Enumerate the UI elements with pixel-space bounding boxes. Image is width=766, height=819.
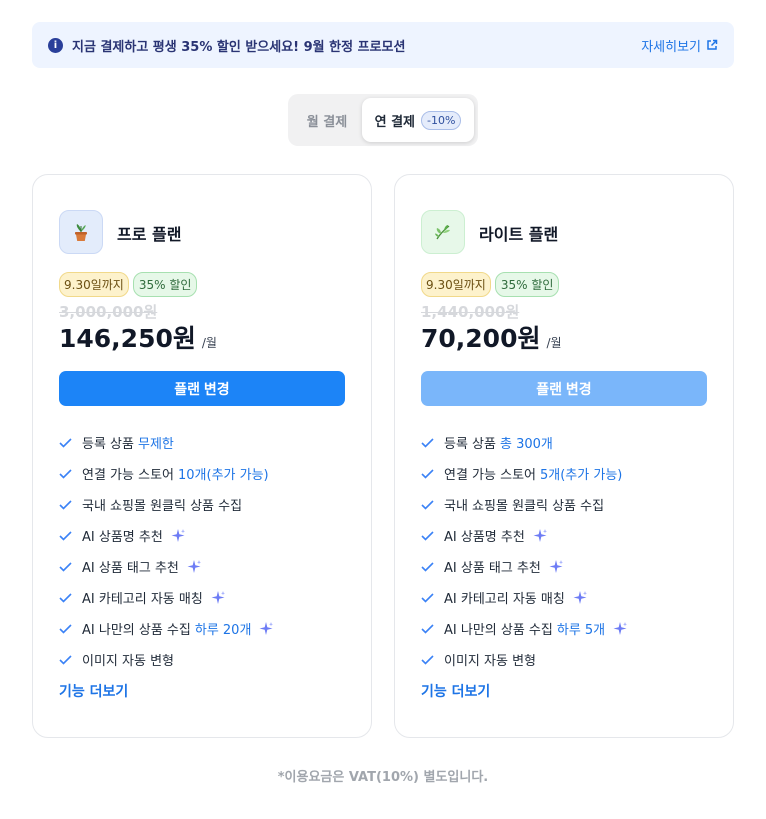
discount-badge: 35% 할인 (132, 272, 198, 297)
feature-item: 등록 상품 무제한 (59, 427, 274, 458)
sparkle-icon (258, 621, 274, 637)
price-amount: 70,200원 (421, 324, 541, 353)
plan-badges: 9.30일까지 35% 할인 (421, 272, 560, 297)
feature-list: 등록 상품 총 300개연결 가능 스토어 5개(추가 가능) 국내 쇼핑몰 원클릭 … (421, 427, 628, 675)
discount-badge: 35% 할인 (494, 272, 560, 297)
sparkle-icon (170, 528, 186, 544)
check-icon (421, 623, 436, 634)
feature-item: 등록 상품 총 300개 (421, 427, 628, 458)
check-icon (59, 530, 74, 541)
feature-text: 등록 상품 (444, 437, 496, 452)
plan-title: 프로 플랜 (117, 225, 182, 244)
feature-text: 국내 쇼핑몰 원클릭 상품 수집 (444, 499, 605, 514)
check-icon (421, 561, 436, 572)
change-plan-button[interactable]: 플랜 변경 (59, 371, 345, 406)
learn-more-label: 자세히보기 (641, 39, 701, 55)
feature-highlight: 10개(추가 가능) (178, 468, 269, 483)
feature-item: 국내 쇼핑몰 원클릭 상품 수집 (421, 489, 628, 520)
plan-card-pro: 프로 플랜 9.30일까지 35% 할인 3,000,000원 146,250원… (32, 174, 372, 738)
feature-text: 국내 쇼핑몰 원클릭 상품 수집 (82, 499, 243, 514)
promo-text: 지금 결제하고 평생 35% 할인 받으세요! 9월 한정 프로모션 (72, 39, 406, 55)
billing-toggle: 월 결제 연 결제 -10% (288, 94, 478, 146)
feature-item: AI 상품명 추천 (421, 520, 628, 551)
feature-text: AI 상품명 추천 (444, 530, 525, 545)
check-icon (421, 530, 436, 541)
feature-item: 국내 쇼핑몰 원클릭 상품 수집 (59, 489, 274, 520)
promo-banner: i 지금 결제하고 평생 35% 할인 받으세요! 9월 한정 프로모션 자세히… (32, 22, 734, 68)
check-icon (59, 437, 74, 448)
toggle-monthly[interactable]: 월 결제 (292, 111, 362, 130)
feature-item: 연결 가능 스토어 10개(추가 가능) (59, 458, 274, 489)
plan-title: 라이트 플랜 (479, 225, 559, 244)
feature-item: AI 나만의 상품 수집 하루 5개 (421, 613, 628, 644)
feature-item: AI 카테고리 자동 매칭 (59, 582, 274, 613)
feature-highlight: 총 300개 (499, 437, 553, 452)
price: 70,200원 /월 (421, 319, 562, 355)
feature-item: 이미지 자동 변형 (421, 644, 628, 675)
feature-item: 연결 가능 스토어 5개(추가 가능) (421, 458, 628, 489)
feature-text: 이미지 자동 변형 (82, 654, 174, 669)
check-icon (421, 499, 436, 510)
plan-badges: 9.30일까지 35% 할인 (59, 272, 198, 297)
plan-card-lite: 라이트 플랜 9.30일까지 35% 할인 1,440,000원 70,200원… (394, 174, 734, 738)
check-icon (421, 468, 436, 479)
deadline-badge: 9.30일까지 (59, 272, 129, 297)
check-icon (421, 437, 436, 448)
sparkle-icon (186, 559, 202, 575)
toggle-yearly[interactable]: 연 결제 -10% (362, 98, 474, 142)
toggle-yearly-label: 연 결제 (374, 114, 415, 130)
sparkle-icon (548, 559, 564, 575)
sparkle-icon (532, 528, 548, 544)
feature-item: AI 나만의 상품 수집 하루 20개 (59, 613, 274, 644)
price-unit: /월 (201, 336, 217, 350)
check-icon (59, 499, 74, 510)
feature-item: 이미지 자동 변형 (59, 644, 274, 675)
feature-highlight: 하루 5개 (556, 623, 606, 638)
feature-item: AI 상품 태그 추천 (421, 551, 628, 582)
check-icon (59, 468, 74, 479)
potted-plant-icon (59, 210, 103, 254)
feature-text: AI 상품 태그 추천 (82, 561, 179, 576)
toggle-monthly-label: 월 결제 (306, 114, 348, 130)
sparkle-icon (210, 590, 226, 606)
feature-text: 이미지 자동 변형 (444, 654, 536, 669)
learn-more-link[interactable]: 자세히보기 (641, 36, 718, 55)
more-features-link[interactable]: 기능 더보기 (421, 681, 490, 701)
vat-footnote: *이용요금은 VAT(10%) 별도입니다. (277, 770, 489, 785)
sparkle-icon (612, 621, 628, 637)
price-amount: 146,250원 (59, 324, 196, 353)
feature-item: AI 상품명 추천 (59, 520, 274, 551)
check-icon (421, 654, 436, 665)
feature-text: AI 상품명 추천 (82, 530, 163, 545)
feature-highlight: 무제한 (137, 437, 174, 452)
feature-text: AI 나만의 상품 수집 (444, 623, 553, 638)
feature-text: 연결 가능 스토어 (82, 468, 174, 483)
yearly-discount-badge: -10% (420, 110, 462, 130)
feature-text: 연결 가능 스토어 (444, 468, 536, 483)
feature-text: 등록 상품 (82, 437, 134, 452)
feature-text: AI 카테고리 자동 매칭 (444, 592, 565, 607)
price-unit: /월 (546, 336, 562, 350)
feature-highlight: 5개(추가 가능) (540, 468, 623, 483)
check-icon (59, 623, 74, 634)
deadline-badge: 9.30일까지 (421, 272, 491, 297)
info-icon: i (48, 37, 63, 53)
price: 146,250원 /월 (59, 319, 217, 355)
feature-item: AI 상품 태그 추천 (59, 551, 274, 582)
feature-text: AI 나만의 상품 수집 (82, 623, 191, 638)
leaf-icon (421, 210, 465, 254)
external-link-icon (707, 39, 718, 50)
feature-list: 등록 상품 무제한연결 가능 스토어 10개(추가 가능) 국내 쇼핑몰 원클릭 상품… (59, 427, 274, 675)
check-icon (59, 561, 74, 572)
feature-text: AI 상품 태그 추천 (444, 561, 541, 576)
sparkle-icon (572, 590, 588, 606)
check-icon (59, 592, 74, 603)
more-features-link[interactable]: 기능 더보기 (59, 681, 128, 701)
check-icon (59, 654, 74, 665)
feature-text: AI 카테고리 자동 매칭 (82, 592, 203, 607)
feature-item: AI 카테고리 자동 매칭 (421, 582, 628, 613)
change-plan-button[interactable]: 플랜 변경 (421, 371, 707, 406)
feature-highlight: 하루 20개 (194, 623, 252, 638)
check-icon (421, 592, 436, 603)
